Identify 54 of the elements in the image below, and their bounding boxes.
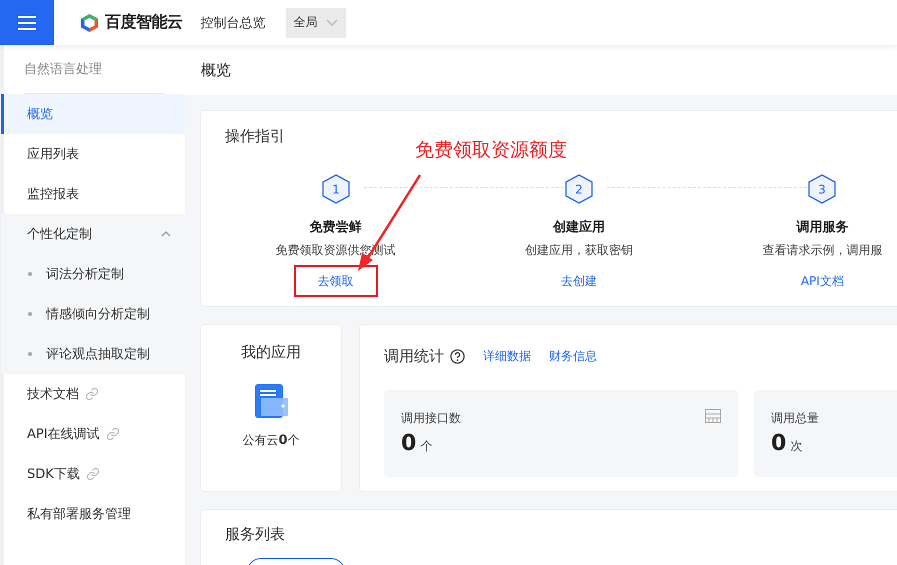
- step-title: 创建应用: [552, 218, 605, 236]
- bullet-icon: [28, 352, 32, 356]
- annotation-text: 免费领取资源额度: [415, 138, 567, 163]
- sidebar-item[interactable]: 应用列表: [1, 134, 185, 174]
- step-title: 免费尝鲜: [310, 219, 362, 236]
- sidebar-subitem[interactable]: 情感倾向分析定制: [1, 294, 185, 334]
- link-icon: [86, 467, 100, 481]
- region-dropdown[interactable]: 全局: [286, 8, 346, 38]
- sidebar-item[interactable]: 私有部署服务管理: [1, 494, 185, 534]
- bullet-icon: [28, 272, 32, 276]
- app-card-icon: [253, 384, 289, 420]
- chevron-down-icon: [326, 19, 338, 26]
- stats-link[interactable]: 财务信息: [549, 348, 597, 365]
- sidebar-group[interactable]: 个性化定制: [1, 214, 185, 254]
- sidebar-link[interactable]: API在线调试: [1, 414, 185, 454]
- public-cloud-count: 公有云0个: [242, 432, 300, 449]
- step-number-badge: 2: [564, 174, 593, 204]
- stat-value: 0: [771, 431, 786, 456]
- sidebar-subitem[interactable]: 词法分析定制: [1, 254, 185, 294]
- card-title: 操作指引: [224, 127, 286, 146]
- step-number-badge: 1: [322, 174, 350, 204]
- link-icon: [106, 427, 120, 441]
- step-link[interactable]: 去领取: [294, 265, 378, 297]
- card-title: 我的应用: [241, 343, 301, 362]
- menu-button[interactable]: [0, 0, 54, 45]
- sidebar-subitem[interactable]: 评论观点抽取定制: [1, 334, 185, 374]
- sidebar-item[interactable]: 监控报表: [1, 174, 185, 214]
- card-title: 服务列表: [224, 525, 286, 544]
- page-title: 概览: [185, 45, 897, 95]
- step-number-badge: 3: [808, 174, 836, 204]
- link-icon: [85, 387, 99, 401]
- stat-label: 调用总量: [771, 410, 819, 427]
- step-description: 创建应用，获取密钥: [524, 242, 633, 259]
- stat-unit: 次: [790, 438, 802, 455]
- brand-name: 百度智能云: [105, 12, 182, 33]
- sidebar-link[interactable]: 技术文档: [1, 374, 185, 414]
- stat-label: 调用接口数: [401, 410, 461, 427]
- step-title: 调用服务: [796, 219, 848, 236]
- chevron-up-icon: [161, 231, 171, 237]
- stats-link[interactable]: 详细数据: [483, 348, 531, 365]
- menu-icon: [18, 16, 36, 30]
- card-title: 调用统计: [384, 347, 444, 366]
- step-description: 查看请求示例，调用服: [762, 242, 882, 259]
- table-icon: [705, 409, 721, 423]
- stat-unit: 个: [420, 438, 432, 455]
- help-icon: [450, 349, 465, 364]
- sidebar-link[interactable]: SDK下载: [1, 454, 185, 494]
- bullet-icon: [28, 312, 32, 316]
- step-link[interactable]: 去创建: [536, 265, 621, 297]
- console-overview-link[interactable]: 控制台总览: [200, 14, 266, 32]
- sidebar-item[interactable]: 概览: [1, 94, 185, 134]
- hexagon-logo-icon: [80, 12, 99, 32]
- stat-value: 0: [401, 431, 416, 456]
- step-link[interactable]: API文档: [780, 265, 864, 297]
